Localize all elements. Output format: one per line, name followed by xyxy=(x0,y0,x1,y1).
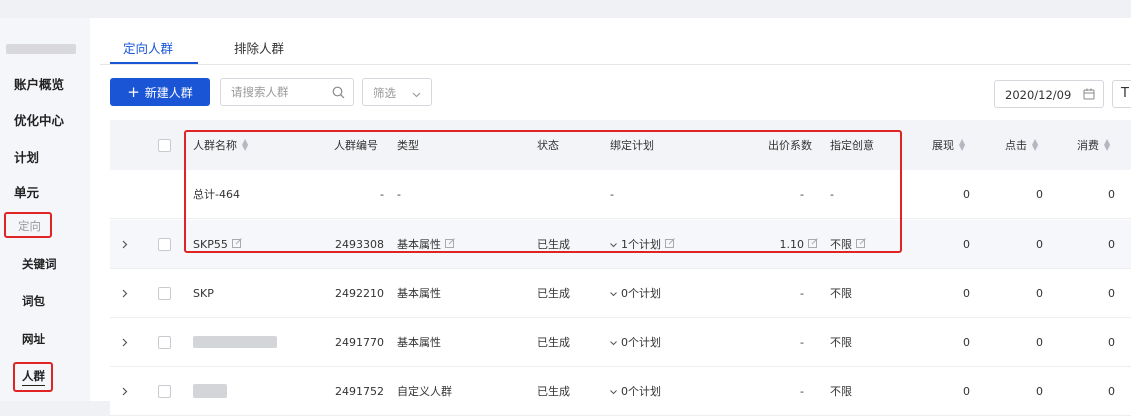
filter-dropdown[interactable]: 筛选 xyxy=(362,78,432,106)
sidebar-subitem-audience[interactable]: 人群 xyxy=(22,368,45,386)
audience-creative: 不限 xyxy=(830,336,852,349)
extra-toolbar-button[interactable]: T xyxy=(1112,80,1131,108)
new-audience-label: 新建人群 xyxy=(144,85,193,100)
audience-name: SKP xyxy=(193,286,214,300)
column-impressions-label: 展现 xyxy=(932,139,954,152)
audience-impressions: 0 xyxy=(963,237,970,251)
audience-clicks: 0 xyxy=(1036,384,1043,398)
row-checkbox[interactable] xyxy=(158,384,171,398)
tab-excluded-audience[interactable]: 排除人群 xyxy=(234,38,284,57)
audience-cost: 0 xyxy=(1108,384,1115,398)
column-impressions[interactable]: 展现 ▲ ▼ xyxy=(932,120,965,170)
table-row[interactable]: 2491752 自定义人群 已生成 0个计划 - 不限 0 0 0 xyxy=(110,367,1131,416)
sidebar: 账户概览 优化中心 计划 单元 定向 关键词 词包 网址 人群 xyxy=(0,18,90,401)
date-picker[interactable]: 2020/12/09 xyxy=(994,80,1104,108)
audience-bid: - xyxy=(800,384,804,398)
audience-id: 2491770 xyxy=(335,335,384,349)
audience-type: 基本属性 xyxy=(397,287,441,300)
column-cost-label: 消费 xyxy=(1077,139,1099,152)
total-clicks: 0 xyxy=(1036,187,1043,201)
expand-chevron-icon[interactable] xyxy=(122,367,128,415)
audience-creative: 不限 xyxy=(830,287,852,300)
row-checkbox[interactable] xyxy=(158,237,171,251)
date-value: 2020/12/09 xyxy=(1005,88,1072,102)
account-name-blurred xyxy=(6,44,76,54)
search-box[interactable] xyxy=(220,78,354,106)
column-cost[interactable]: 消费 ▲ ▼ xyxy=(1077,120,1110,170)
expand-chevron-icon[interactable] xyxy=(122,269,128,317)
audience-creative: 不限 xyxy=(830,385,852,398)
search-input[interactable] xyxy=(231,85,326,99)
audience-cost: 0 xyxy=(1108,237,1115,251)
main-panel: 定向人群 排除人群 + 新建人群 筛选 2020/12/09 T 人群名称▲▼ … xyxy=(90,18,1131,416)
select-all-checkbox[interactable] xyxy=(158,138,171,152)
sort-icon[interactable]: ▲ ▼ xyxy=(1032,138,1038,152)
search-icon[interactable] xyxy=(332,86,345,102)
audience-plan[interactable]: 0个计划 xyxy=(610,367,661,415)
chevron-down-icon xyxy=(610,385,617,398)
sidebar-subitem-urls[interactable]: 网址 xyxy=(22,331,45,347)
tab-targeted-audience[interactable]: 定向人群 xyxy=(123,38,173,57)
sidebar-item-optimization[interactable]: 优化中心 xyxy=(14,110,64,129)
top-bar xyxy=(0,0,1131,18)
total-impressions: 0 xyxy=(963,187,970,201)
column-clicks-label: 点击 xyxy=(1005,139,1027,152)
chevron-down-icon xyxy=(412,87,421,101)
audience-type: 基本属性 xyxy=(397,336,441,349)
audience-bid: - xyxy=(800,286,804,300)
audience-clicks: 0 xyxy=(1036,237,1043,251)
sidebar-item-overview[interactable]: 账户概览 xyxy=(14,74,64,93)
audience-type: 自定义人群 xyxy=(397,385,452,398)
audience-impressions: 0 xyxy=(963,286,970,300)
row-checkbox[interactable] xyxy=(158,286,171,300)
total-cost: 0 xyxy=(1108,187,1115,201)
audience-plan[interactable]: 0个计划 xyxy=(610,269,661,317)
row-checkbox[interactable] xyxy=(158,335,171,349)
audience-cost: 0 xyxy=(1108,335,1115,349)
audience-status: 已生成 xyxy=(537,287,570,300)
table-row[interactable]: 2491770 基本属性 已生成 0个计划 - 不限 0 0 0 xyxy=(110,318,1131,367)
sort-icon[interactable]: ▲ ▼ xyxy=(959,138,965,152)
chevron-down-icon xyxy=(610,287,617,300)
audience-status: 已生成 xyxy=(537,385,570,398)
table-row[interactable]: SKP 2492210 基本属性 已生成 0个计划 - 不限 0 0 0 xyxy=(110,269,1131,318)
calendar-icon xyxy=(1083,88,1095,103)
audience-cost: 0 xyxy=(1108,286,1115,300)
highlight-box-columns xyxy=(184,130,902,253)
sidebar-item-targeting[interactable]: 定向 xyxy=(18,218,41,234)
audience-id: 2491752 xyxy=(335,384,384,398)
sidebar-subitem-keywords[interactable]: 关键词 xyxy=(22,256,57,272)
sort-icon[interactable]: ▲ ▼ xyxy=(1104,138,1110,152)
filter-label: 筛选 xyxy=(373,86,396,100)
sidebar-item-unit[interactable]: 单元 xyxy=(14,182,39,201)
tabs-divider xyxy=(100,64,1131,65)
audience-name-blurred xyxy=(193,367,227,415)
new-audience-button[interactable]: + 新建人群 xyxy=(110,78,210,106)
audience-clicks: 0 xyxy=(1036,335,1043,349)
audience-impressions: 0 xyxy=(963,335,970,349)
audience-bid: - xyxy=(800,335,804,349)
audience-id: 2492210 xyxy=(335,286,384,300)
audience-impressions: 0 xyxy=(963,384,970,398)
audience-clicks: 0 xyxy=(1036,286,1043,300)
audience-status: 已生成 xyxy=(537,336,570,349)
chevron-down-icon xyxy=(610,336,617,349)
expand-chevron-icon[interactable] xyxy=(122,220,128,268)
audience-name-blurred xyxy=(193,318,277,366)
sidebar-subitem-word-packs[interactable]: 词包 xyxy=(22,293,45,309)
plus-icon: + xyxy=(127,83,140,101)
expand-chevron-icon[interactable] xyxy=(122,318,128,366)
sidebar-item-plan[interactable]: 计划 xyxy=(14,147,39,166)
audience-plan[interactable]: 0个计划 xyxy=(610,318,661,366)
column-clicks[interactable]: 点击 ▲ ▼ xyxy=(1005,120,1038,170)
